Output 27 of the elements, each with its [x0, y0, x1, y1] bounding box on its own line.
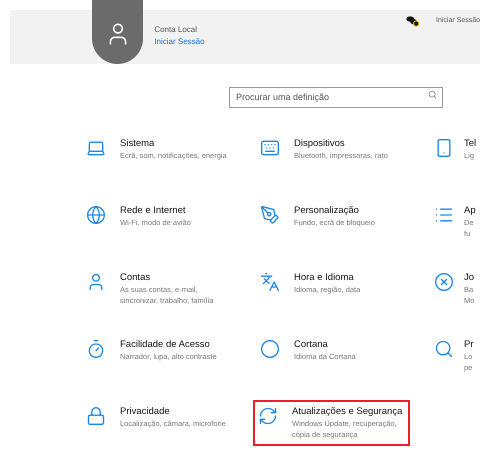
setting-title[interactable]: Atualizações e Segurança — [292, 406, 402, 418]
setting-title[interactable]: Facilidade de Acesso — [120, 339, 217, 351]
lock-icon — [86, 406, 106, 426]
setting-title[interactable]: Privacidade — [120, 406, 226, 418]
magnifier-icon — [434, 339, 454, 359]
ring-icon — [260, 339, 280, 359]
search-icon — [428, 90, 437, 99]
setting-title[interactable]: Personalização — [294, 205, 375, 217]
sign-in-link[interactable]: Iniciar Sessão — [154, 36, 205, 48]
setting-title[interactable]: Pr — [464, 339, 474, 351]
setting-title[interactable]: Cortana — [294, 339, 356, 351]
setting-title[interactable]: Dispositivos — [294, 138, 388, 150]
globe-icon — [86, 205, 106, 225]
account-type: Conta Local — [154, 24, 198, 36]
setting-title[interactable]: Rede e Internet — [120, 205, 191, 217]
setting-title[interactable]: Jo — [464, 272, 474, 284]
setting-title[interactable]: Sistema — [120, 138, 227, 150]
setting-title[interactable]: Tel — [464, 138, 476, 150]
pen-icon — [260, 205, 280, 225]
search-field[interactable]: Procurar uma definição — [229, 86, 443, 108]
setting-title[interactable]: Ap — [464, 205, 476, 217]
setting-title[interactable]: Contas — [120, 272, 214, 284]
setting-title[interactable]: Hora e Idioma — [294, 272, 360, 284]
language-icon — [260, 272, 280, 292]
keyboard-icon — [260, 138, 280, 158]
refresh-icon — [258, 406, 278, 426]
timer-icon — [86, 339, 106, 359]
